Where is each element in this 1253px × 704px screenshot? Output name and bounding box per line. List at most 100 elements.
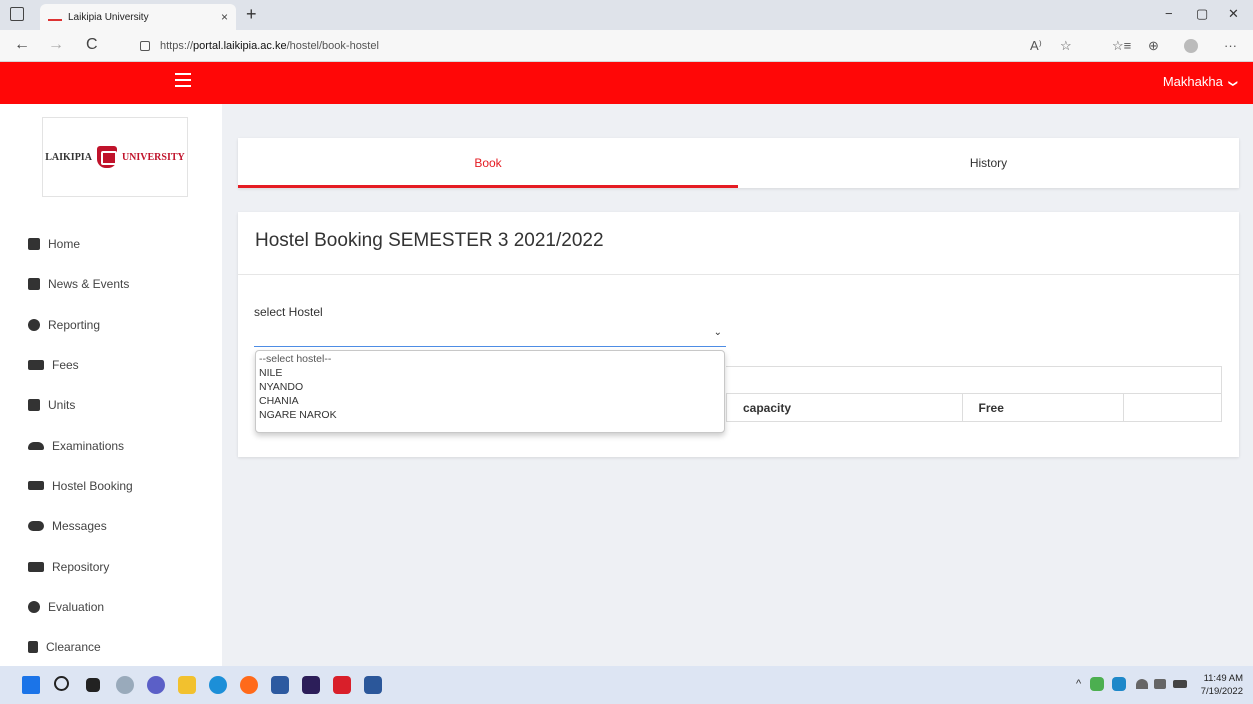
windows-start-icon[interactable] [22,676,40,694]
acrobat-icon[interactable] [333,676,351,694]
sidebar-item-home[interactable]: Home [0,224,222,264]
bed-icon [28,481,44,491]
dropdown-option-chania[interactable]: CHANIA [256,394,724,408]
address-bar-row: ← → C https://portal.laikipia.ac.ke/host… [0,30,1253,62]
tab-actions-icon[interactable] [10,7,24,21]
top-navbar: Makhakha ❯ [0,62,1253,104]
sidebar-item-label: Messages [52,519,107,534]
dropdown-option-placeholder[interactable]: --select hostel-- [256,352,724,366]
logo-text-left: LAIKIPIA [45,151,92,163]
file-explorer-icon[interactable] [178,676,196,694]
sidebar-item-label: News & Events [48,277,130,292]
university-logo: LAIKIPIA UNIVERSITY [42,117,188,197]
folder-icon [28,561,44,572]
tray-app-icon[interactable] [1090,677,1104,691]
graduation-cap-icon [28,441,44,450]
url-field[interactable]: https://portal.laikipia.ac.ke/hostel/boo… [120,34,1120,58]
tab-book[interactable]: Book [238,138,738,188]
chevron-down-icon: ⌄ [713,327,722,338]
sidebar-item-examinations[interactable]: Examinations [0,425,222,465]
browser-tab[interactable]: Laikipia University × [40,4,236,30]
photoshop-icon[interactable] [302,676,320,694]
sidebar-item-units[interactable]: Units [0,385,222,425]
column-header-capacity: capacity [726,394,962,421]
favorites-icon[interactable]: ☆≡ [1112,38,1131,54]
close-tab-icon[interactable]: × [221,10,228,24]
tab-title: Laikipia University [68,11,149,23]
forward-button[interactable]: → [48,36,64,54]
taskbar-clock[interactable]: 11:49 AM 7/19/2022 [1201,672,1243,698]
divider [238,274,1239,275]
sidebar-item-label: Units [48,398,76,413]
user-menu[interactable]: Makhakha ❯ [1162,74,1239,89]
sidebar-item-clearance[interactable]: Clearance [0,627,222,667]
lock-icon [140,41,150,51]
edge-browser-icon[interactable] [209,676,227,694]
task-view-icon[interactable] [86,678,100,692]
close-window-button[interactable]: ✕ [1228,6,1239,22]
sidebar-item-repository[interactable]: Repository [0,546,222,586]
refresh-button[interactable]: C [86,36,98,54]
new-tab-button[interactable]: + [246,4,257,25]
windows-taskbar: ^ 11:49 AM 7/19/2022 [0,666,1253,704]
back-button[interactable]: ← [14,36,30,54]
search-icon[interactable] [54,676,69,691]
tabs-card: Book History [238,138,1239,188]
hostel-select[interactable]: ⌄ [254,323,726,347]
wifi-icon[interactable] [1136,679,1148,689]
dropdown-option-nile[interactable]: NILE [256,366,724,380]
dropdown-option-ngare-narok[interactable]: NGARE NAROK [256,408,724,422]
volume-icon[interactable] [1154,679,1166,689]
word-icon[interactable] [364,676,382,694]
maximize-button[interactable]: ▢ [1196,6,1208,22]
sidebar-item-label: Evaluation [48,599,105,614]
tab-history[interactable]: History [738,138,1239,188]
book-icon [28,399,40,412]
tray-overflow-icon[interactable]: ^ [1076,678,1081,690]
hostel-dropdown-list: --select hostel-- NILE NYANDO CHANIA NGA… [255,350,725,433]
dropdown-option-nyando[interactable]: NYANDO [256,380,724,394]
home-icon [28,238,40,251]
sidebar-item-label: Home [48,237,81,252]
crest-icon [96,146,117,168]
sidebar-item-label: Hostel Booking [52,478,133,493]
clock-time: 11:49 AM [1203,673,1243,684]
sidebar-menu: Home News & Events Reporting Fees Units … [0,224,222,667]
sidebar-item-label: Fees [52,358,79,373]
user-name: Makhakha [1162,74,1223,89]
read-aloud-icon[interactable]: A⁾ [1030,38,1042,54]
minimize-button[interactable]: − [1165,6,1173,21]
clock-icon [28,318,40,331]
sidebar-item-label: Repository [52,559,110,574]
money-icon [28,360,44,371]
calendar-icon [28,278,40,291]
chat-icon[interactable] [147,676,165,694]
profile-icon[interactable] [1184,39,1198,53]
browser-titlebar: Laikipia University × + − ▢ ✕ [0,0,1253,30]
chevron-down-icon: ❯ [1228,79,1239,88]
battery-icon[interactable] [1173,680,1187,688]
sidebar-item-hostel-booking[interactable]: Hostel Booking [0,466,222,506]
sidebar-item-fees[interactable]: Fees [0,345,222,385]
graduation-app-icon[interactable] [271,676,289,694]
url-text: https://portal.laikipia.ac.ke/hostel/boo… [160,40,379,52]
logo-text-right: UNIVERSITY [121,151,185,163]
clock-date: 7/19/2022 [1200,686,1243,697]
table-caption-row [726,366,1222,394]
sidebar-item-evaluation[interactable]: Evaluation [0,587,222,627]
column-header-action [1123,394,1221,421]
sidebar-item-label: Examinations [52,438,125,453]
firefox-icon[interactable] [240,676,258,694]
tray-k-icon[interactable] [1112,677,1126,691]
sidebar-item-label: Clearance [46,640,101,655]
collections-icon[interactable]: ⊕ [1148,38,1159,54]
clock-icon [28,600,40,613]
sidebar-item-reporting[interactable]: Reporting [0,305,222,345]
widgets-icon[interactable] [116,676,134,694]
hamburger-menu-icon[interactable] [175,73,191,87]
sidebar: LAIKIPIA UNIVERSITY Home News & Events R… [0,104,222,666]
sidebar-item-news-events[interactable]: News & Events [0,264,222,304]
add-favorite-icon[interactable]: ☆ [1060,38,1072,54]
more-menu-icon[interactable]: ··· [1224,38,1237,53]
sidebar-item-messages[interactable]: Messages [0,506,222,546]
